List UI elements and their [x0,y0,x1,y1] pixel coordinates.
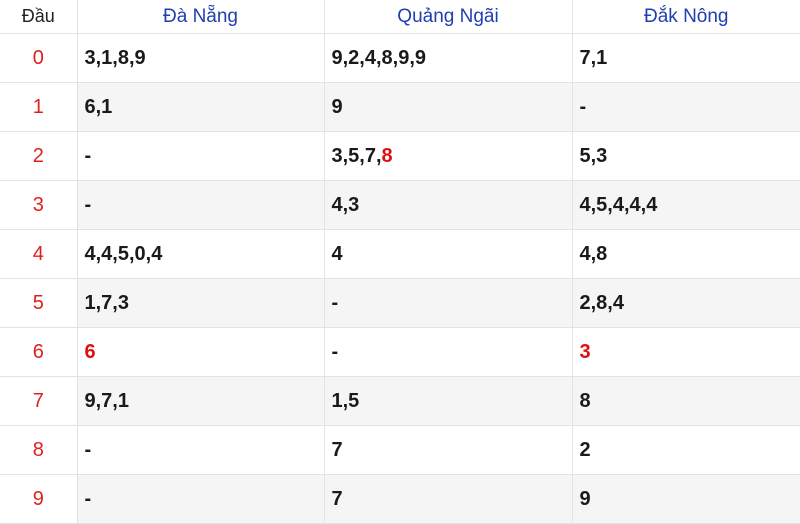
table-row: 2- 3,5,7,8 5,3 [0,131,800,181]
head-digit: 1 [0,82,78,132]
cell-value: 1,7,3 [84,291,129,314]
header-province-da-nang: Đà Nẵng [76,0,325,34]
cell-dak-nong: 3 [571,327,800,377]
cell-dak-nong: - [571,82,800,132]
cell-value: 4 [331,242,343,265]
cell-value: 5,3 [579,144,608,167]
cell-da-nang: 9,7,1 [76,376,325,426]
cell-value: 1,5 [331,389,360,412]
cell-value: - [84,487,92,510]
header-province-dak-nong: Đắk Nông [571,0,800,34]
cell-quang-ngai: 7 [323,425,573,475]
cell-value: 4,3 [331,193,360,216]
cell-dak-nong: 4,8 [571,229,800,279]
head-digit: 0 [0,33,78,83]
cell-value: - [331,340,339,363]
cell-da-nang: 6,1 [76,82,325,132]
table-row: 8- 7 2 [0,425,800,475]
cell-value: 8 [579,389,591,412]
head-digit: 2 [0,131,78,181]
head-digit: 4 [0,229,78,279]
cell-value: 7 [331,438,343,461]
cell-da-nang: 1,7,3 [76,278,325,328]
cell-dak-nong: 2,8,4 [571,278,800,328]
cell-value: - [579,95,587,118]
cell-value: 4,8 [579,242,608,265]
table-row: 4 4,4,5,0,4 4 4,8 [0,229,800,279]
cell-value: 3,5,7, [331,144,382,167]
table-row: 66 - 3 [0,327,800,377]
cell-value: 9,2,4,8,9,9 [331,46,427,69]
table-row: 7 9,7,1 1,5 8 [0,376,800,426]
table-row: 5 1,7,3 - 2,8,4 [0,278,800,328]
highlighted-digit: 8 [381,144,393,167]
cell-da-nang: - [76,131,325,181]
highlighted-digit: 3 [579,340,591,363]
cell-dak-nong: 8 [571,376,800,426]
head-digit: 6 [0,327,78,377]
cell-value: 2,8,4 [579,291,624,314]
cell-value: 3,1,8,9 [84,46,146,69]
cell-value: - [84,438,92,461]
cell-value: - [84,193,92,216]
cell-dak-nong: 7,1 [571,33,800,83]
cell-quang-ngai: - [323,327,573,377]
cell-value: 7,1 [579,46,608,69]
cell-value: - [331,291,339,314]
cell-value: 4,5,4,4,4 [579,193,658,216]
cell-value: - [84,144,92,167]
cell-value: 9 [579,487,591,510]
head-digit: 5 [0,278,78,328]
cell-quang-ngai: 9,2,4,8,9,9 [323,33,573,83]
table-header-row: Đầu Đà Nẵng Quảng Ngãi Đắk Nông [0,0,800,34]
head-digit: 3 [0,180,78,230]
cell-da-nang: 3,1,8,9 [76,33,325,83]
head-digit: 7 [0,376,78,426]
cell-dak-nong: 5,3 [571,131,800,181]
cell-dak-nong: 2 [571,425,800,475]
cell-quang-ngai: - [323,278,573,328]
cell-value: 7 [331,487,343,510]
highlighted-digit: 6 [84,340,96,363]
cell-quang-ngai: 4,3 [323,180,573,230]
cell-dak-nong: 4,5,4,4,4 [571,180,800,230]
cell-da-nang: - [76,425,325,475]
head-digit: 8 [0,425,78,475]
cell-da-nang: - [76,180,325,230]
lottery-head-table: Đầu Đà Nẵng Quảng Ngãi Đắk Nông 0 3,1,8,9… [0,0,800,524]
cell-quang-ngai: 7 [323,474,573,524]
table-row: 9-79 [0,474,800,524]
cell-value: 4,4,5,0,4 [84,242,163,265]
cell-value: 6,1 [84,95,113,118]
header-province-quang-ngai: Quảng Ngãi [323,0,573,34]
cell-da-nang: 6 [76,327,325,377]
cell-value: 2 [579,438,591,461]
table-row: 0 3,1,8,9 9,2,4,8,9,9 7,1 [0,33,800,83]
table-row: 3- 4,3 4,5,4,4,4 [0,180,800,230]
cell-value: 9,7,1 [84,389,129,412]
header-dau: Đầu [0,0,78,34]
cell-da-nang: - [76,474,325,524]
head-digit: 9 [0,474,78,524]
cell-quang-ngai: 9 [323,82,573,132]
cell-da-nang: 4,4,5,0,4 [76,229,325,279]
cell-quang-ngai: 4 [323,229,573,279]
cell-dak-nong: 9 [571,474,800,524]
cell-quang-ngai: 3,5,7,8 [323,131,573,181]
table-row: 1 6,1 9 - [0,82,800,132]
cell-value: 9 [331,95,343,118]
cell-quang-ngai: 1,5 [323,376,573,426]
